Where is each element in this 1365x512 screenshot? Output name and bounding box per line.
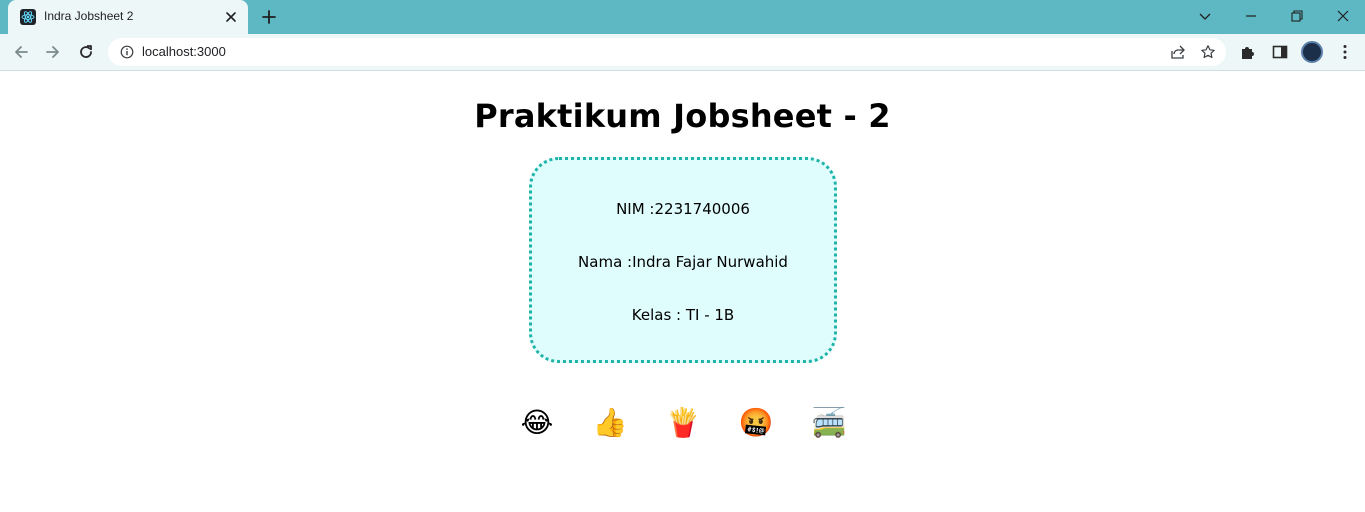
angry-emoji: 🤬 bbox=[738, 406, 774, 439]
side-panel-icon[interactable] bbox=[1271, 43, 1289, 61]
arrow-left-icon[interactable] bbox=[12, 43, 30, 61]
browser-tab[interactable]: Indra Jobsheet 2 bbox=[8, 0, 248, 34]
plus-icon[interactable] bbox=[260, 8, 278, 26]
avatar[interactable] bbox=[1301, 41, 1323, 63]
reload-icon[interactable] bbox=[77, 43, 95, 61]
close-icon[interactable] bbox=[224, 10, 238, 24]
nama-text: Nama :Indra Fajar Nurwahid bbox=[578, 253, 788, 271]
laughing-emoji: 😂 bbox=[520, 406, 554, 439]
emoji-row: 😂 👍 🍟 🤬 🚎 bbox=[0, 405, 1365, 441]
chevron-down-icon[interactable] bbox=[1197, 8, 1213, 24]
trolleybus-emoji: 🚎 bbox=[811, 406, 847, 439]
minimize-icon[interactable] bbox=[1243, 8, 1259, 24]
window-close-icon[interactable] bbox=[1335, 8, 1351, 24]
tab-bar: Indra Jobsheet 2 bbox=[0, 0, 1365, 34]
nim-text: NIM :2231740006 bbox=[616, 200, 750, 218]
page-content: Praktikum Jobsheet - 2 NIM :2231740006 N… bbox=[0, 71, 1365, 512]
page-title: Praktikum Jobsheet - 2 bbox=[474, 97, 891, 135]
kebab-menu-icon[interactable] bbox=[1336, 43, 1354, 61]
restore-icon[interactable] bbox=[1289, 8, 1305, 24]
address-bar[interactable]: localhost:3000 bbox=[108, 38, 1226, 66]
student-card: NIM :2231740006 Nama :Indra Fajar Nurwah… bbox=[529, 157, 837, 363]
star-icon[interactable] bbox=[1200, 44, 1216, 60]
browser-toolbar: localhost:3000 bbox=[0, 34, 1365, 71]
arrow-right-icon[interactable] bbox=[44, 43, 62, 61]
react-icon bbox=[20, 9, 36, 25]
url-text: localhost:3000 bbox=[142, 44, 226, 59]
fries-emoji: 🍟 bbox=[665, 406, 701, 439]
thumbs-up-emoji: 👍 bbox=[592, 406, 628, 439]
kelas-text: Kelas : TI - 1B bbox=[631, 306, 735, 324]
tab-title: Indra Jobsheet 2 bbox=[44, 9, 134, 23]
info-icon[interactable] bbox=[120, 45, 134, 59]
share-icon[interactable] bbox=[1170, 44, 1186, 60]
puzzle-icon[interactable] bbox=[1239, 43, 1257, 61]
